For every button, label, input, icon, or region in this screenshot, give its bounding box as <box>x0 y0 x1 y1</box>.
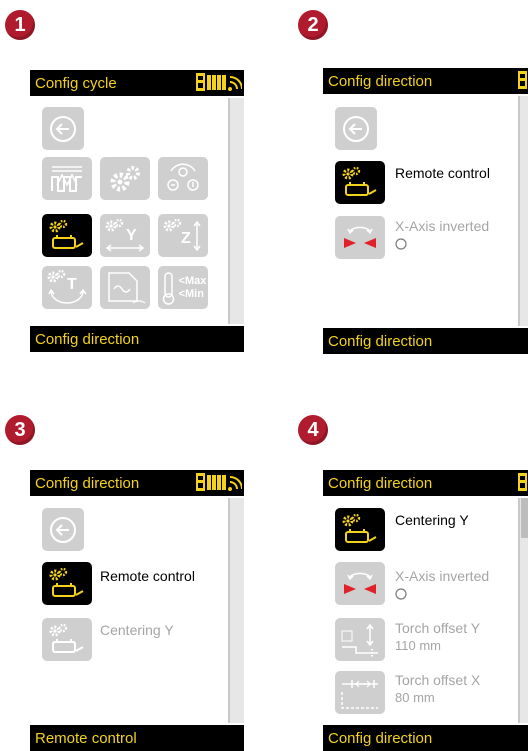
torch-offset-y-icon <box>341 623 378 657</box>
remote-control-label[interactable]: Remote control <box>395 165 490 181</box>
footer-label: Config direction <box>328 729 433 747</box>
axis-y-icon: Y <box>105 218 145 252</box>
back-button[interactable] <box>42 107 84 150</box>
axis-z-label: Z <box>181 230 191 247</box>
axis-t-icon: T <box>47 269 87 304</box>
torch-offset-y-tile[interactable] <box>335 618 385 661</box>
screen-title: Config direction <box>35 474 140 492</box>
pulse-tile[interactable] <box>42 157 92 200</box>
centering-y-icon <box>342 513 377 543</box>
centering-y-label[interactable]: Centering Y <box>100 622 174 638</box>
centering-y-icon <box>49 623 84 653</box>
torch-offset-y-label[interactable]: Torch offset Y 110 mm <box>395 620 480 654</box>
axis-t-tile[interactable]: T <box>42 266 92 309</box>
status-icons <box>518 473 528 493</box>
step-badge-2: 2 <box>298 10 328 40</box>
screen-footer: Config direction <box>323 328 528 354</box>
torch-offset-x-tile[interactable] <box>335 671 385 714</box>
footer-label: Config direction <box>35 330 140 348</box>
back-arrow-icon <box>50 516 76 543</box>
screen-footer: Config direction <box>30 326 244 352</box>
centering-y-label[interactable]: Centering Y <box>395 512 469 528</box>
step-badge-3: 3 <box>5 415 35 445</box>
back-button[interactable] <box>335 107 377 150</box>
status-icons <box>196 473 242 493</box>
scrollbar[interactable] <box>518 498 528 723</box>
temperature-limits-tile[interactable]: <Max <Min <box>158 266 208 309</box>
step-badge-4: 4 <box>298 415 328 445</box>
axis-z-icon: Z <box>163 218 201 251</box>
remote-control-label[interactable]: Remote control <box>100 568 195 584</box>
battery-signal-icon <box>518 473 528 492</box>
centering-y-tile[interactable] <box>42 618 92 661</box>
chart-tile[interactable] <box>100 266 150 309</box>
x-axis-inverted-tile[interactable] <box>335 562 385 605</box>
battery-signal-icon <box>196 73 242 92</box>
x-axis-inverted-icon <box>344 226 376 248</box>
remote-sequence-tile[interactable] <box>158 157 208 200</box>
footer-label: Config direction <box>328 332 433 350</box>
screen-footer: Config direction <box>323 725 528 751</box>
torch-offset-x-label[interactable]: Torch offset X 80 mm <box>395 672 480 706</box>
screen-title: Config direction <box>328 72 433 90</box>
x-axis-inverted-radio[interactable] <box>395 238 407 250</box>
remote-control-tile[interactable] <box>42 562 92 605</box>
axis-y-label: Y <box>126 227 137 244</box>
remote-sequence-icon <box>167 162 199 191</box>
min-label: <Min <box>178 287 204 300</box>
axis-z-tile[interactable]: Z <box>158 214 208 257</box>
back-arrow-icon <box>343 115 369 142</box>
torch-offset-y-title: Torch offset Y <box>395 620 481 636</box>
back-arrow-icon <box>50 115 76 142</box>
remote-control-icon <box>342 166 377 196</box>
torch-offset-x-title: Torch offset X <box>395 672 481 688</box>
screen-title: Config direction <box>328 474 433 492</box>
x-axis-inverted-label[interactable]: X-Axis inverted <box>395 568 489 584</box>
torch-offset-x-value: 80 mm <box>395 690 435 705</box>
screen-header: Config direction <box>323 68 528 94</box>
x-axis-inverted-radio[interactable] <box>395 588 407 600</box>
screen-header: Config direction <box>323 470 528 496</box>
torch-offset-x-icon <box>341 679 378 709</box>
x-axis-inverted-tile[interactable] <box>335 216 385 259</box>
max-label: <Max <box>178 274 207 287</box>
scrollbar[interactable] <box>228 98 244 324</box>
battery-signal-icon <box>518 71 528 90</box>
screen-title: Config cycle <box>35 74 117 92</box>
battery-signal-icon <box>196 473 242 492</box>
screen-config-direction-2: Config direction Remote control Centerin… <box>30 470 244 751</box>
max-min-labels: <Max <Min <box>179 275 207 301</box>
gears-icon <box>110 165 140 191</box>
step-badge-1: 1 <box>5 10 35 40</box>
remote-control-tile[interactable] <box>42 214 92 257</box>
screen-config-direction-3: Config direction Centering Y X-Axis inve… <box>323 470 528 751</box>
thermometer-icon <box>162 271 174 305</box>
axis-y-tile[interactable]: Y <box>100 214 150 257</box>
status-icons <box>518 71 528 91</box>
remote-control-tile[interactable] <box>335 161 385 204</box>
pulse-wave-icon <box>51 165 82 192</box>
remote-control-icon <box>49 219 84 249</box>
torch-offset-y-value: 110 mm <box>395 638 441 653</box>
screen-config-direction-1: Config direction Remote control X-Axis i… <box>323 68 528 354</box>
chart-icon <box>108 271 146 304</box>
scrollbar[interactable] <box>518 96 528 326</box>
screen-footer: Remote control <box>30 725 244 751</box>
scrollbar-thumb[interactable] <box>521 498 528 538</box>
x-axis-inverted-label[interactable]: X-Axis inverted <box>395 218 489 234</box>
back-button[interactable] <box>42 508 84 551</box>
scrollbar[interactable] <box>228 498 244 723</box>
x-axis-inverted-icon <box>344 572 376 594</box>
footer-label: Remote control <box>35 729 137 747</box>
remote-control-icon <box>49 567 84 597</box>
centering-y-tile[interactable] <box>335 508 385 551</box>
screen-config-cycle: Config cycle Y Z T <Max <Min Config dire… <box>30 70 244 352</box>
gears-tile[interactable] <box>100 157 150 200</box>
axis-t-label: T <box>67 276 77 293</box>
status-icons <box>196 73 242 93</box>
